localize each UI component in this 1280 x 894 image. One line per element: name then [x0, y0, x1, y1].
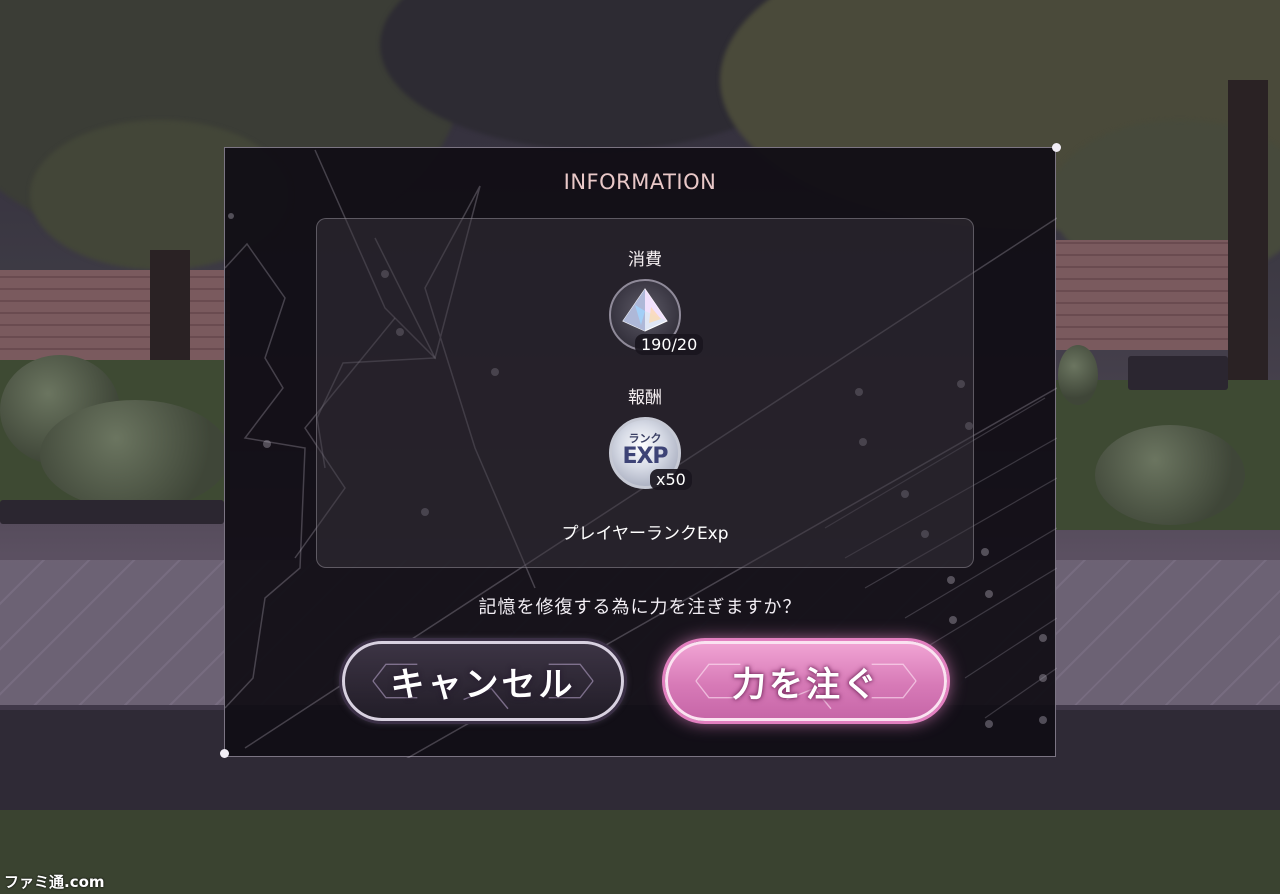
cancel-button[interactable]: キャンセル — [342, 641, 624, 721]
reward-label: 報酬 — [628, 388, 662, 408]
cost-count: 190/20 — [635, 334, 704, 355]
confirm-button-label: 力を注ぐ — [732, 664, 880, 705]
confirm-question: 記憶を修復する為に力を注ぎますか？ — [478, 597, 802, 618]
corner-dot-bottom-left — [220, 749, 229, 758]
cost-label: 消費 — [628, 250, 662, 270]
item-panel: 消費 190/20 報酬 ランク EXP x50 プレイヤーランクExp — [316, 218, 974, 568]
watermark-logo: ファミ通.com — [4, 873, 105, 891]
cancel-button-label: キャンセル — [390, 664, 576, 705]
information-dialog: INFORMATION 消費 190/20 報酬 ランク EXP x50 プレイ… — [220, 143, 1061, 758]
reward-count: x50 — [650, 469, 692, 490]
dialog-title: INFORMATION — [563, 170, 717, 194]
reward-name: プレイヤーランクExp — [561, 524, 729, 544]
corner-dot-top-right — [1052, 143, 1061, 152]
confirm-button[interactable]: 力を注ぐ — [665, 641, 947, 721]
rank-exp-icon-text: EXP — [622, 444, 668, 469]
